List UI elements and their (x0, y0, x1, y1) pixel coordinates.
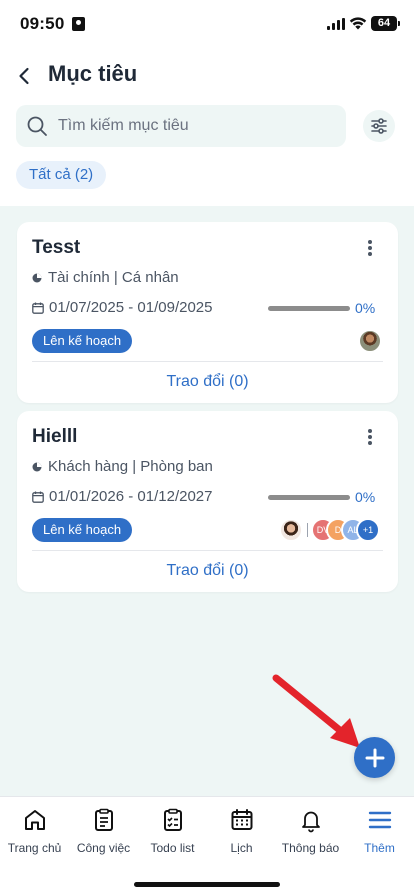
wifi-icon (349, 17, 367, 30)
goal-date-range: 01/01/2026 - 01/12/2027 (49, 488, 213, 505)
person-icon (72, 17, 85, 31)
status-bar: 09:50 64 (0, 0, 414, 50)
discussion-button[interactable]: Trao đổi (0) (17, 362, 398, 402)
back-button[interactable] (12, 63, 36, 89)
more-options-icon[interactable] (360, 427, 380, 447)
nav-label: Todo list (150, 841, 195, 855)
page-title: Mục tiêu (48, 61, 138, 86)
search-icon (27, 116, 47, 136)
nav-item-more[interactable]: Thêm (345, 807, 414, 859)
clipboard-icon (94, 808, 113, 831)
goal-category: Khách hàng | Phòng ban (32, 458, 213, 475)
status-badge: Lên kế hoạch (32, 518, 133, 542)
battery-icon: 64 (371, 16, 400, 31)
add-goal-button[interactable] (354, 737, 395, 778)
nav-label: Công việc (76, 841, 131, 855)
bottom-navigation: Trang chủ Công việc Todo list Lịch Thông… (0, 796, 414, 896)
progress-percent: 0% (355, 300, 376, 316)
calendar-icon (32, 491, 44, 503)
menu-icon (368, 811, 391, 829)
status-badge: Lên kế hoạch (32, 329, 133, 353)
pie-chart-icon (32, 273, 42, 282)
progress-bar (268, 306, 350, 311)
status-time: 09:50 (20, 14, 65, 33)
calendar-icon (231, 809, 252, 830)
goal-category: Tài chính | Cá nhân (32, 269, 179, 286)
progress-bar (268, 495, 350, 500)
chevron-left-icon (19, 67, 29, 85)
progress-percent: 0% (355, 489, 376, 505)
search-input[interactable] (58, 105, 338, 147)
filter-button[interactable] (363, 110, 395, 142)
nav-label: Lịch (230, 841, 253, 855)
goal-title: Hielll (32, 426, 78, 447)
more-options-icon[interactable] (360, 238, 380, 258)
sliders-icon (371, 118, 387, 134)
nav-item-home[interactable]: Trang chủ (0, 807, 69, 859)
avatar-separator (307, 523, 308, 537)
nav-label: Thông báo (281, 841, 340, 855)
goal-date-range: 01/07/2025 - 01/09/2025 (49, 299, 213, 316)
more-members-count: +1 (356, 518, 380, 542)
nav-item-calendar[interactable]: Lịch (207, 807, 276, 859)
search-bar[interactable] (16, 105, 346, 147)
nav-item-notifications[interactable]: Thông báo (276, 807, 345, 859)
nav-item-tasks[interactable]: Công việc (69, 807, 138, 859)
owner-avatar (279, 518, 303, 542)
goal-list: Tesst Tài chính | Cá nhân 01/07/2025 - 0… (0, 206, 414, 796)
home-icon (24, 810, 45, 830)
avatar (358, 329, 382, 353)
nav-label: Trang chủ (7, 841, 62, 855)
calendar-icon (32, 302, 44, 314)
filter-chip-all[interactable]: Tất cả (2) (16, 161, 107, 189)
goal-date: 01/07/2025 - 01/09/2025 (32, 299, 212, 316)
goal-category-label: Tài chính | Cá nhân (48, 269, 179, 286)
goal-category-label: Khách hàng | Phòng ban (48, 458, 213, 475)
discussion-button[interactable]: Trao đổi (0) (17, 551, 398, 591)
goal-card[interactable]: Tesst Tài chính | Cá nhân 01/07/2025 - 0… (17, 222, 398, 403)
pie-chart-icon (32, 462, 42, 471)
goal-card[interactable]: Hielll Khách hàng | Phòng ban 01/01/2026… (17, 411, 398, 592)
header: Mục tiêu (0, 55, 414, 99)
plus-icon (365, 748, 384, 767)
goal-date: 01/01/2026 - 01/12/2027 (32, 488, 212, 505)
checklist-icon (163, 808, 182, 831)
cellular-signal-icon (327, 18, 345, 30)
goal-title: Tesst (32, 237, 81, 258)
nav-item-todo[interactable]: Todo list (138, 807, 207, 859)
nav-label: Thêm (364, 841, 395, 855)
home-indicator (134, 882, 280, 887)
bell-icon (301, 811, 320, 833)
